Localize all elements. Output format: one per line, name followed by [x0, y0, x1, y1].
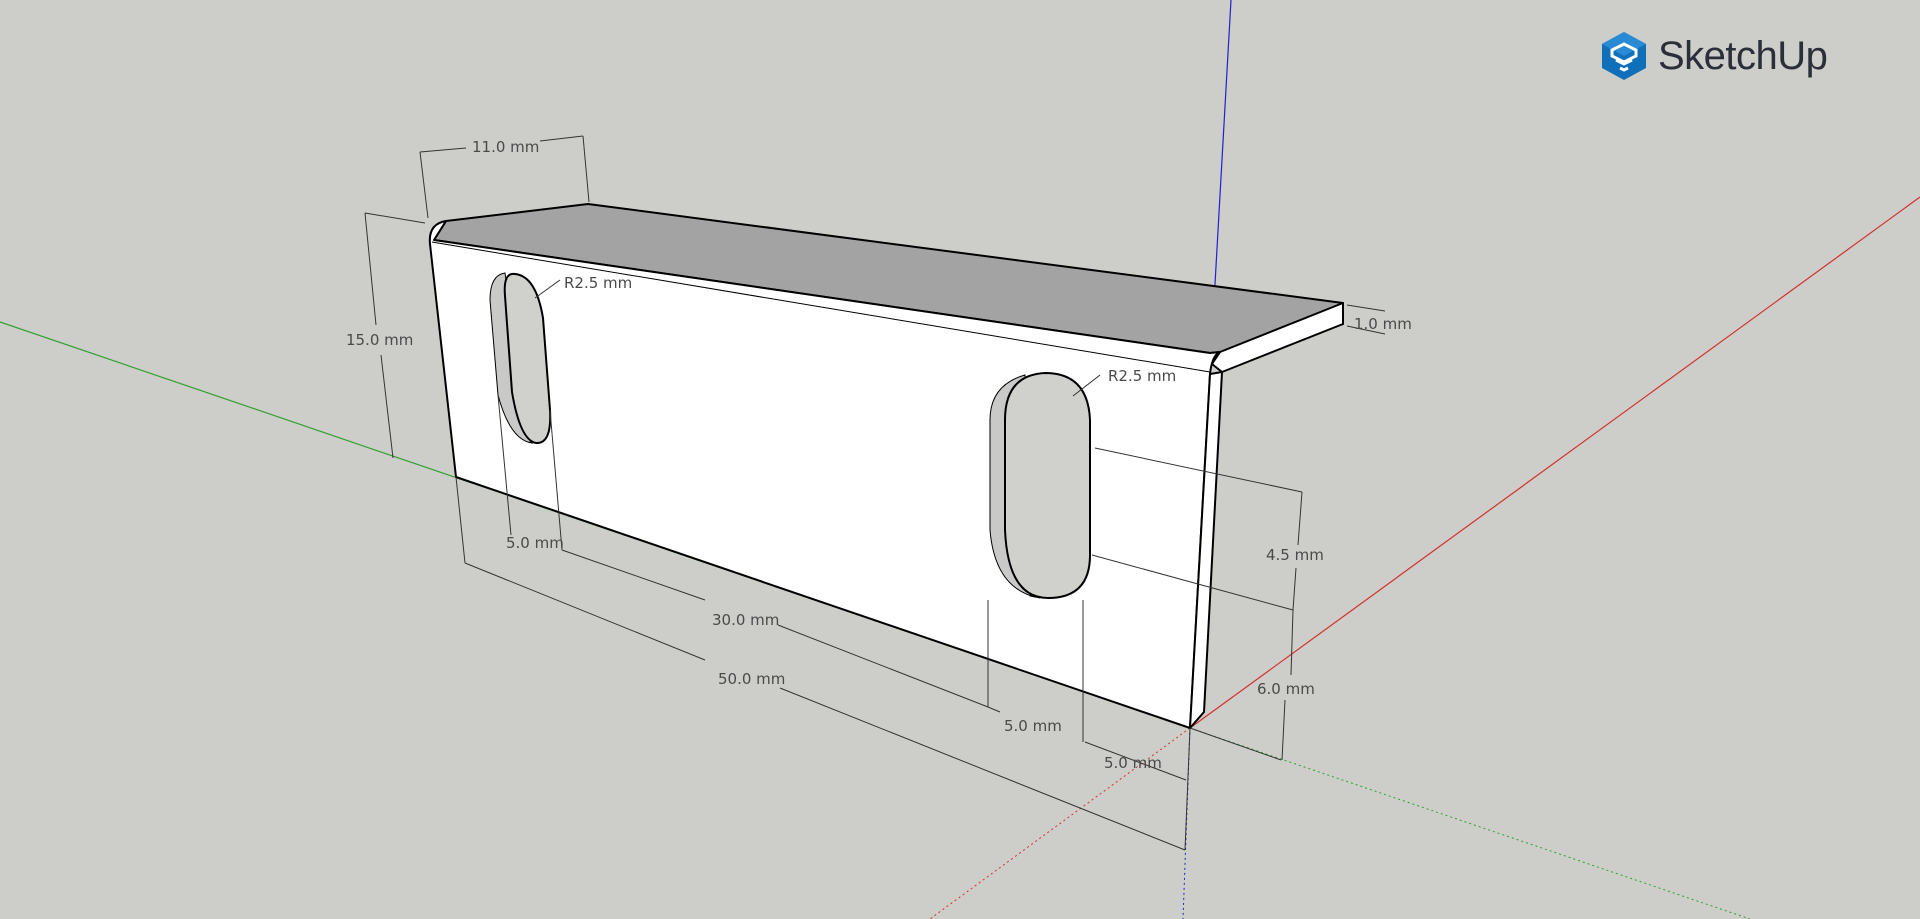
model-canvas[interactable]: 11.0 mm 15.0 mm R2.5 mm R2.5 mm 1.0 mm 5…	[0, 0, 1920, 919]
dim-slot-radius-left[interactable]: R2.5 mm	[564, 274, 632, 292]
brand-name: SketchUp	[1658, 33, 1828, 78]
dim-slot-width-right[interactable]: 5.0 mm	[1004, 717, 1062, 735]
3d-viewport[interactable]: 11.0 mm 15.0 mm R2.5 mm R2.5 mm 1.0 mm 5…	[0, 0, 1920, 919]
slot-right-hole[interactable]	[1004, 371, 1091, 600]
dim-flange-depth[interactable]: 11.0 mm	[472, 138, 539, 156]
dim-slot-width-left[interactable]: 5.0 mm	[506, 534, 564, 552]
dim-slot-spacing[interactable]: 30.0 mm	[712, 611, 779, 629]
dim-slot-bottom-offset[interactable]: 6.0 mm	[1257, 680, 1315, 698]
sketchup-logo: SketchUp	[1600, 30, 1828, 82]
sketchup-cube-icon	[1602, 32, 1646, 80]
dim-thickness[interactable]: 1.0 mm	[1354, 315, 1412, 333]
dim-slot-radius-right[interactable]: R2.5 mm	[1108, 367, 1176, 385]
dim-slot-length[interactable]: 4.5 mm	[1266, 546, 1324, 564]
red-axis	[1189, 196, 1920, 729]
dim-edge-offset[interactable]: 5.0 mm	[1104, 754, 1162, 772]
green-axis-hidden	[1189, 727, 1751, 919]
dim-height[interactable]: 15.0 mm	[346, 331, 413, 349]
dim-overall-length[interactable]: 50.0 mm	[718, 670, 785, 688]
